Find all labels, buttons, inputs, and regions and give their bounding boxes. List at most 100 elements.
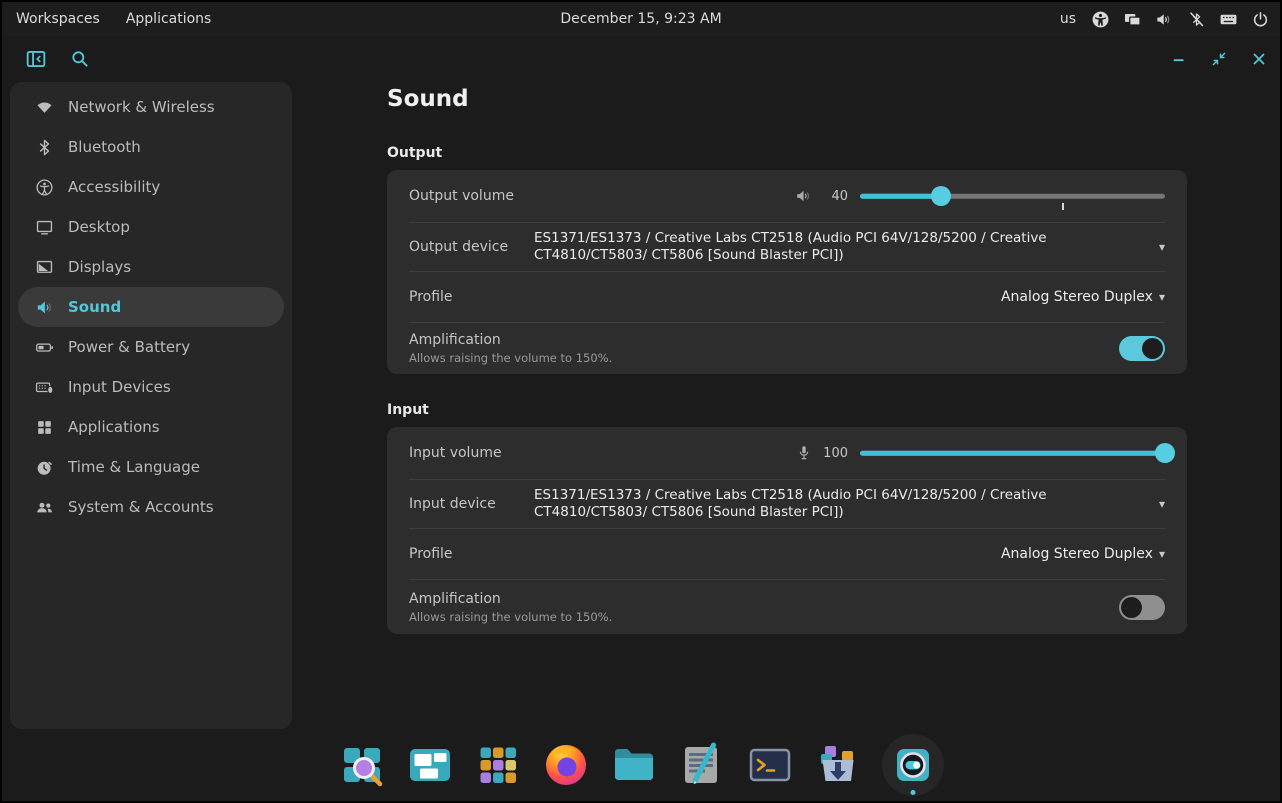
keyboard-layout-indicator[interactable]: us bbox=[1060, 11, 1076, 27]
output-amplification-description: Allows raising the volume to 150%. bbox=[409, 351, 612, 365]
users-icon bbox=[35, 498, 54, 517]
sidebar-item-label: Desktop bbox=[68, 218, 130, 236]
sidebar-item-displays[interactable]: Displays bbox=[18, 247, 284, 287]
text-editor-icon[interactable] bbox=[678, 741, 726, 789]
output-profile-row[interactable]: Profile Analog Stereo Duplex ▾ bbox=[387, 272, 1187, 322]
sidebar-item-network-wireless[interactable]: Network & Wireless bbox=[18, 87, 284, 127]
desktop: Workspaces Applications December 15, 9:2… bbox=[0, 0, 1282, 803]
top-panel: Workspaces Applications December 15, 9:2… bbox=[2, 2, 1280, 36]
software-installer-icon[interactable] bbox=[814, 741, 862, 789]
sidebar-item-desktop[interactable]: Desktop bbox=[18, 207, 284, 247]
toggle-knob bbox=[1121, 597, 1142, 618]
slider-thumb[interactable] bbox=[1155, 443, 1175, 463]
app-search-icon[interactable] bbox=[338, 741, 386, 789]
output-device-value: ES1371/ES1373 / Creative Labs CT2518 (Au… bbox=[534, 230, 1153, 264]
sidebar-item-system-accounts[interactable]: System & Accounts bbox=[18, 487, 284, 527]
output-amplification-row: Amplification Allows raising the volume … bbox=[387, 323, 1187, 374]
slider-fill bbox=[860, 194, 941, 199]
power-icon[interactable] bbox=[1251, 10, 1270, 29]
input-device-row[interactable]: Input device ES1371/ES1373 / Creative La… bbox=[387, 480, 1187, 528]
wifi-icon bbox=[35, 98, 54, 117]
output-volume-label: Output volume bbox=[409, 188, 514, 204]
output-section-label: Output bbox=[387, 145, 442, 161]
battery-icon bbox=[35, 338, 54, 357]
file-manager-icon[interactable] bbox=[610, 741, 658, 789]
input-volume-value: 100 bbox=[820, 446, 848, 461]
bluetooth-icon bbox=[35, 138, 54, 157]
app-grid-icon[interactable] bbox=[474, 741, 522, 789]
sidebar-item-label: Displays bbox=[68, 258, 131, 276]
sidebar-item-label: Network & Wireless bbox=[68, 98, 215, 116]
output-volume-row: Output volume 40 bbox=[387, 170, 1187, 222]
output-card: Output volume 40 Output device bbox=[387, 170, 1187, 374]
desktop-icon bbox=[35, 218, 54, 237]
output-amplification-label: Amplification bbox=[409, 332, 612, 348]
settings-window: Network & Wireless Bluetooth Accessibili… bbox=[2, 36, 1280, 801]
running-indicator-dot bbox=[911, 790, 916, 795]
sidebar-toggle-icon[interactable] bbox=[26, 49, 46, 69]
output-volume-value: 40 bbox=[820, 189, 848, 204]
input-profile-row[interactable]: Profile Analog Stereo Duplex ▾ bbox=[387, 529, 1187, 579]
input-amplification-description: Allows raising the volume to 150%. bbox=[409, 610, 612, 624]
search-icon[interactable] bbox=[70, 49, 90, 69]
output-volume-slider[interactable] bbox=[860, 181, 1165, 211]
sidebar-item-label: Power & Battery bbox=[68, 338, 190, 356]
sidebar-item-power-battery[interactable]: Power & Battery bbox=[18, 327, 284, 367]
sidebar-item-label: Sound bbox=[68, 298, 121, 316]
keyboard-icon[interactable] bbox=[1219, 10, 1238, 29]
settings-sidebar: Network & Wireless Bluetooth Accessibili… bbox=[10, 82, 292, 729]
chevron-down-icon[interactable]: ▾ bbox=[1159, 497, 1165, 511]
sidebar-item-accessibility[interactable]: Accessibility bbox=[18, 167, 284, 207]
displays-icon[interactable] bbox=[1123, 10, 1142, 29]
slider-fill bbox=[860, 451, 1165, 456]
sidebar-item-label: Applications bbox=[68, 418, 160, 436]
sidebar-item-sound[interactable]: Sound bbox=[18, 287, 284, 327]
microphone-icon bbox=[795, 444, 813, 462]
input-amplification-toggle[interactable] bbox=[1119, 595, 1165, 620]
output-amplification-toggle[interactable] bbox=[1119, 336, 1165, 361]
bluetooth-disabled-icon[interactable] bbox=[1187, 10, 1206, 29]
input-profile-label: Profile bbox=[409, 546, 453, 562]
displays-icon bbox=[35, 258, 54, 277]
settings-icon[interactable] bbox=[882, 734, 944, 796]
output-profile-value: Analog Stereo Duplex bbox=[1001, 289, 1153, 305]
toggle-knob bbox=[1142, 338, 1163, 359]
volume-icon[interactable] bbox=[1155, 10, 1174, 29]
sidebar-item-time-language[interactable]: Time & Language bbox=[18, 447, 284, 487]
clock[interactable]: December 15, 9:23 AM bbox=[560, 11, 721, 27]
firefox-icon[interactable] bbox=[542, 741, 590, 789]
close-button[interactable] bbox=[1250, 50, 1268, 68]
speaker-icon bbox=[795, 187, 813, 205]
input-device-label: Input device bbox=[409, 496, 534, 512]
slider-100-tick bbox=[1062, 203, 1064, 210]
input-volume-label: Input volume bbox=[409, 445, 502, 461]
page-title: Sound bbox=[387, 86, 469, 112]
sidebar-item-label: Accessibility bbox=[68, 178, 160, 196]
input-device-value: ES1371/ES1373 / Creative Labs CT2518 (Au… bbox=[534, 487, 1153, 521]
input-volume-row: Input volume 100 bbox=[387, 427, 1187, 479]
output-device-row[interactable]: Output device ES1371/ES1373 / Creative L… bbox=[387, 223, 1187, 271]
workspaces-menu[interactable]: Workspaces bbox=[16, 11, 100, 27]
window-tiler-icon[interactable] bbox=[406, 741, 454, 789]
chevron-down-icon[interactable]: ▾ bbox=[1159, 290, 1165, 304]
sidebar-item-input-devices[interactable]: Input Devices bbox=[18, 367, 284, 407]
applications-menu[interactable]: Applications bbox=[126, 11, 212, 27]
chevron-down-icon[interactable]: ▾ bbox=[1159, 547, 1165, 561]
output-profile-label: Profile bbox=[409, 289, 453, 305]
input-volume-slider[interactable] bbox=[860, 438, 1165, 468]
accessibility-icon[interactable] bbox=[1091, 10, 1110, 29]
terminal-icon[interactable] bbox=[746, 741, 794, 789]
input-profile-value: Analog Stereo Duplex bbox=[1001, 546, 1153, 562]
sidebar-item-label: Input Devices bbox=[68, 378, 171, 396]
accessibility-icon bbox=[35, 178, 54, 197]
sidebar-item-label: System & Accounts bbox=[68, 498, 214, 516]
input-amplification-row: Amplification Allows raising the volume … bbox=[387, 580, 1187, 634]
sound-icon bbox=[35, 298, 54, 317]
slider-thumb[interactable] bbox=[931, 186, 951, 206]
sidebar-item-bluetooth[interactable]: Bluetooth bbox=[18, 127, 284, 167]
sidebar-item-label: Bluetooth bbox=[68, 138, 141, 156]
chevron-down-icon[interactable]: ▾ bbox=[1159, 240, 1165, 254]
sidebar-item-applications[interactable]: Applications bbox=[18, 407, 284, 447]
restore-button[interactable] bbox=[1210, 50, 1228, 68]
dock bbox=[2, 734, 1280, 796]
